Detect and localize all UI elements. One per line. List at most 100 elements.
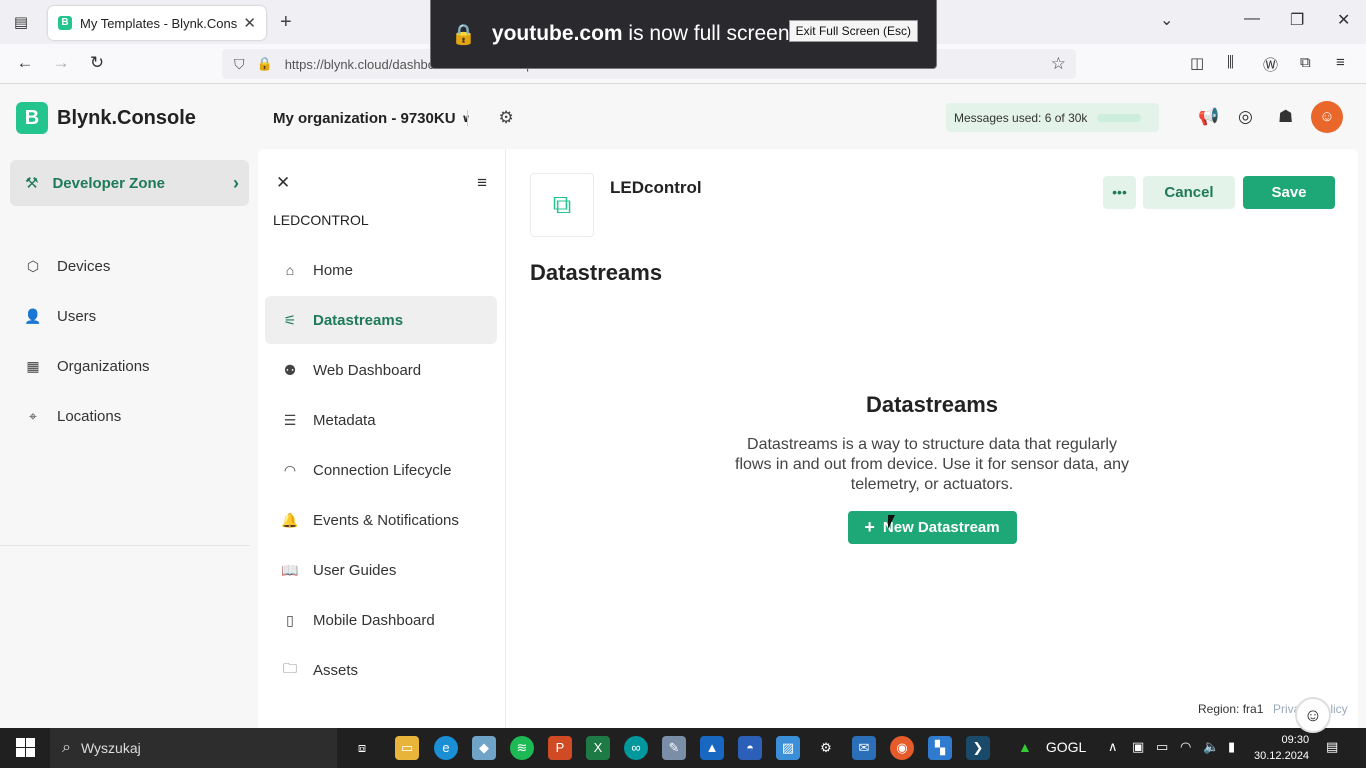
save-button[interactable]: Save xyxy=(1243,176,1335,209)
sidebar-item-connection-lifecycle[interactable]: ◠ Connection Lifecycle xyxy=(265,446,497,494)
taskbar-clock[interactable]: 09:30 30.12.2024 xyxy=(1254,732,1309,764)
extensions-icon[interactable]: ⧉ xyxy=(1300,54,1311,71)
edge-icon[interactable]: e xyxy=(434,736,458,760)
forward-arrow-icon[interactable]: → xyxy=(50,53,72,73)
template-image-icon[interactable]: ⧉ xyxy=(530,173,594,237)
blynk-console: B Blynk.Console ⚒ Developer Zone › ⬡ Dev… xyxy=(0,85,1366,728)
organization-name[interactable]: My organization - 9730KU xyxy=(273,110,456,127)
more-options-button[interactable]: ••• xyxy=(1103,176,1136,209)
developer-zone-item[interactable]: ⚒ Developer Zone › xyxy=(10,160,249,206)
browser-tab[interactable]: B My Templates - Blynk.Console ✕ xyxy=(48,6,266,40)
stock-widget[interactable]: ▲ GOGL xyxy=(1018,739,1086,755)
spotify-icon[interactable]: ≋ xyxy=(510,736,534,760)
sidebar-item-metadata[interactable]: ☰ Metadata xyxy=(265,396,497,444)
menu-icon[interactable]: ≡ xyxy=(477,173,487,193)
nav-item-organizations[interactable]: ▦ Organizations xyxy=(24,358,150,375)
arduino-icon[interactable]: ∞ xyxy=(624,736,648,760)
volume-icon[interactable]: 🔈 xyxy=(1203,739,1219,755)
app-icon[interactable]: ◆ xyxy=(472,736,496,760)
tab-list-icon[interactable]: ▤ xyxy=(10,12,32,34)
app-icon[interactable]: ◓ xyxy=(738,736,762,760)
sidebar-item-home[interactable]: ⌂ Home xyxy=(265,246,497,294)
bookmark-star-icon[interactable]: ☆ xyxy=(1051,54,1066,74)
wifi-icon[interactable]: ◠ xyxy=(1180,739,1191,755)
nav-item-users[interactable]: 👤 Users xyxy=(24,308,96,325)
pocket-icon[interactable]: ◫ xyxy=(1190,54,1204,72)
divider xyxy=(467,110,468,126)
nav-item-label: Organizations xyxy=(57,358,150,375)
sidebar-item-datastreams[interactable]: ⚟ Datastreams xyxy=(265,296,497,344)
avatar[interactable]: ☺ xyxy=(1311,101,1343,133)
help-lifebuoy-icon[interactable]: ◎ xyxy=(1238,107,1253,127)
megaphone-icon[interactable]: 📢 xyxy=(1198,107,1219,127)
developer-zone-label: Developer Zone xyxy=(52,174,165,192)
cancel-button[interactable]: Cancel xyxy=(1143,176,1235,209)
user-icon: 👤 xyxy=(24,308,42,324)
fullscreen-message: youtube.com is now full screen xyxy=(491,22,790,45)
app-icon[interactable]: ▚ xyxy=(928,736,952,760)
location-pin-icon: ⌖ xyxy=(29,408,37,424)
meet-icon[interactable]: ▣ xyxy=(1132,739,1144,755)
new-datastream-button[interactable]: + New Datastream xyxy=(847,511,1017,544)
windows-start-icon[interactable] xyxy=(16,738,35,757)
task-view-icon[interactable]: ⧈ xyxy=(350,736,374,760)
nav-item-label: Devices xyxy=(57,258,111,275)
datastreams-empty-state: Datastreams Datastreams is a way to stru… xyxy=(731,392,1133,544)
sidebar-item-label: Connection Lifecycle xyxy=(313,461,452,479)
tab-overflow-chevron-icon[interactable]: ⌄ xyxy=(1160,10,1173,30)
webcam-overlay-icon: ☺ xyxy=(1295,697,1331,733)
sidebar-item-assets[interactable]: 🗀 Assets xyxy=(265,646,497,694)
exit-fullscreen-button[interactable]: Exit Full Screen (Esc) xyxy=(788,20,918,42)
wifi-icon: ◠ xyxy=(283,461,297,478)
template-main: ⧉ LEDcontrol ••• Cancel Save Datastreams… xyxy=(506,149,1358,728)
gear-icon[interactable]: ⚙ xyxy=(498,108,513,128)
clock-time: 09:30 xyxy=(1281,734,1310,746)
new-tab-icon[interactable]: + xyxy=(280,11,292,34)
restore-icon[interactable]: ❐ xyxy=(1290,10,1304,30)
mail-icon[interactable]: ✉ xyxy=(852,736,876,760)
bug-icon[interactable]: ☗ xyxy=(1278,107,1293,127)
library-icon[interactable]: ⫼ xyxy=(1227,54,1234,71)
nav-item-locations[interactable]: ⌖ Locations xyxy=(24,408,121,425)
messages-used-badge[interactable]: Messages used: 6 of 30k xyxy=(946,103,1159,132)
sidebar-item-web-dashboard[interactable]: ⚉ Web Dashboard xyxy=(265,346,497,394)
hamburger-menu-icon[interactable]: ≡ xyxy=(1336,54,1345,71)
powerpoint-icon[interactable]: P xyxy=(548,736,572,760)
settings-gear-icon[interactable]: ⚙ xyxy=(814,736,838,760)
chevron-up-icon[interactable]: ∧ xyxy=(1108,739,1118,755)
excel-icon[interactable]: X xyxy=(586,736,610,760)
close-window-icon[interactable]: ✕ xyxy=(1337,10,1350,30)
close-tab-icon[interactable]: ✕ xyxy=(243,14,256,32)
reload-icon[interactable]: ↻ xyxy=(86,53,108,73)
chevron-right-icon: › xyxy=(233,172,239,193)
template-sidebar: ✕ ≡ LEDCONTROL ⌂ Home ⚟ Datastreams ⚉ We… xyxy=(258,149,506,728)
app-icon[interactable]: ❯ xyxy=(966,736,990,760)
taskbar-search[interactable]: ⌕ Wyszukaj xyxy=(50,728,337,768)
firefox-icon[interactable]: ◉ xyxy=(890,736,914,760)
sidebar-item-user-guides[interactable]: 📖 User Guides xyxy=(265,546,497,594)
organization-selector[interactable]: My organization - 9730KU ∨ ⚙ xyxy=(273,108,514,128)
stock-chart-icon: ▲ xyxy=(1018,739,1032,755)
brand[interactable]: B Blynk.Console xyxy=(16,102,196,134)
battery-icon[interactable]: ▭ xyxy=(1156,739,1168,755)
notification-icon[interactable]: ▤ xyxy=(1326,739,1338,755)
file-explorer-icon[interactable]: ▭ xyxy=(395,736,419,760)
sidebar-item-label: Web Dashboard xyxy=(313,361,422,379)
microphone-icon[interactable]: ▮ xyxy=(1228,739,1235,755)
sidebar-item-events-notifications[interactable]: 🔔 Events & Notifications xyxy=(265,496,497,544)
minimize-icon[interactable]: — xyxy=(1244,10,1260,28)
brand-name: Blynk.Console xyxy=(57,106,196,129)
nav-item-devices[interactable]: ⬡ Devices xyxy=(24,258,110,275)
app-icon[interactable]: ▲ xyxy=(700,736,724,760)
account-icon[interactable]: Ⓦ xyxy=(1263,54,1278,75)
paint-icon[interactable]: ✎ xyxy=(662,736,686,760)
back-arrow-icon[interactable]: ← xyxy=(14,53,36,73)
lock-icon: 🔒 xyxy=(451,23,476,46)
messages-progress-bar xyxy=(1097,113,1142,122)
lock-icon[interactable]: 🔒 xyxy=(257,56,273,72)
shield-icon[interactable]: ⛉ xyxy=(234,56,245,73)
photos-icon[interactable]: ▨ xyxy=(776,736,800,760)
close-icon[interactable]: ✕ xyxy=(276,173,290,193)
sidebar-item-mobile-dashboard[interactable]: ▯ Mobile Dashboard xyxy=(265,596,497,644)
search-icon: ⌕ xyxy=(62,739,71,756)
